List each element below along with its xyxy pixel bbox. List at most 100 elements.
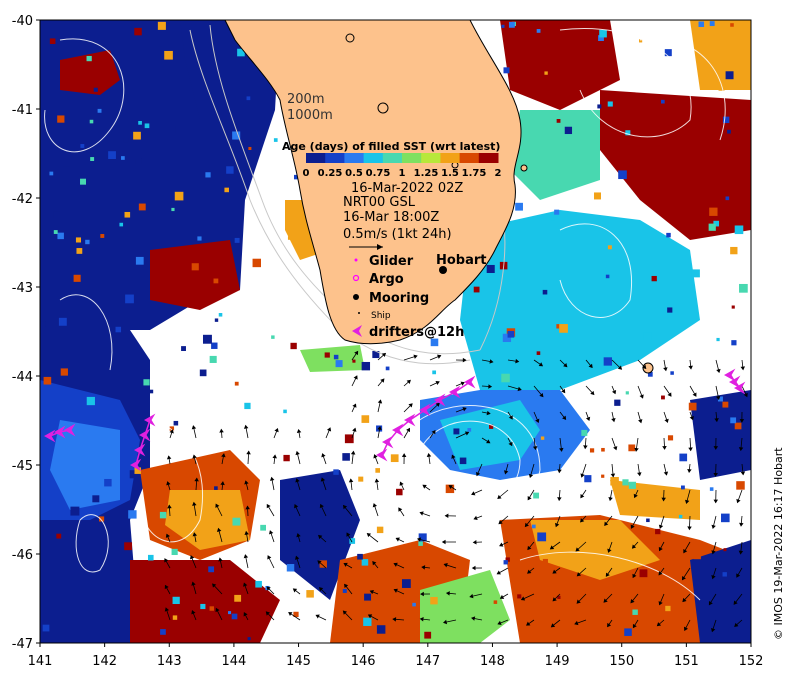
sst-pixel (172, 615, 178, 620)
sst-pixel (123, 137, 129, 143)
sst-pixel (655, 528, 661, 535)
sst-pixel (171, 207, 175, 212)
sst-pixel (507, 330, 515, 338)
sst-pixel (544, 71, 548, 75)
sst-pixel (90, 157, 95, 161)
sst-pixel (200, 603, 206, 610)
sst-pixel (211, 342, 218, 349)
sst-pixel (605, 274, 610, 279)
sst-pixel (324, 352, 330, 358)
sst-pixel (173, 420, 179, 426)
sst-pixel (231, 613, 238, 620)
sst-pixel (361, 415, 370, 423)
colorbar-tick-label: 0.5 (345, 168, 363, 179)
colorbar-tick-label: 0.75 (366, 168, 391, 179)
sst-pixel (536, 351, 541, 355)
sst-pixel (144, 123, 150, 129)
sst-pixel (234, 381, 239, 386)
sst-pixel (691, 269, 700, 278)
sst-pixel (731, 305, 735, 309)
sst-pixel (730, 23, 734, 27)
sst-pixel (601, 447, 605, 452)
ship-symbol (358, 312, 360, 314)
sst-pixel (138, 203, 146, 211)
sst-pixel (160, 629, 166, 635)
sst-pixel (555, 87, 563, 95)
sst-pixel (342, 588, 347, 593)
sst-pixel (125, 294, 134, 304)
legend-mooring: Mooring (369, 291, 429, 306)
sst-pixel (357, 553, 363, 560)
sst-pixel (618, 170, 627, 180)
sst-pixel (625, 391, 629, 395)
sst-age-map: 141 142 143 144 145 146 147 148 149 150 151 152 -40… (12, 14, 785, 669)
sst-pixel (56, 533, 62, 539)
colorbar-swatches (306, 153, 499, 163)
sst-pixel (286, 564, 295, 572)
sst-patch (690, 20, 751, 90)
sst-pixel (508, 21, 515, 28)
sst-pixel (108, 151, 116, 159)
sst-pixel (97, 108, 102, 113)
sst-pixel (160, 495, 169, 504)
sst-pixel (333, 354, 339, 360)
sst-pixel (716, 337, 720, 342)
lon-tick-label: 141 (28, 654, 53, 669)
sst-pixel (75, 237, 82, 243)
colorbar-swatch (306, 153, 326, 163)
isobath-1000-label: 1000m (287, 108, 333, 123)
colorbar-swatch (478, 153, 499, 163)
vector-scale: 0.5m/s (1kt 24h) (343, 227, 452, 242)
sst-pixel (283, 454, 290, 462)
sst-pixel (226, 166, 234, 174)
sst-pixel (666, 232, 671, 238)
lon-tick-label: 143 (157, 654, 182, 669)
sst-pixel (519, 466, 528, 475)
sst-pixel (363, 617, 372, 626)
sst-pixel (287, 236, 292, 240)
sst-pixel (134, 27, 142, 36)
sst-pixel (121, 156, 125, 160)
latitude-axis: -40 -41 -42 -43 -44 -45 -46 -47 (12, 14, 40, 652)
sst-pixel (739, 283, 748, 293)
sst-pixel (430, 596, 438, 605)
sst-pixel (252, 258, 261, 268)
lon-tick-label: 152 (739, 654, 764, 669)
glider-symbol (354, 258, 358, 262)
sst-pixel (599, 29, 607, 38)
sst-pixel (564, 126, 573, 135)
legend-drifters: drifters@12h (369, 325, 464, 340)
sst-pixel (149, 389, 154, 394)
colorbar-swatch (363, 153, 384, 163)
sst-pixel (228, 611, 232, 615)
sst-pixel (680, 485, 685, 490)
sst-pixel (214, 318, 219, 322)
colorbar-tick-label: 0 (303, 168, 310, 179)
sst-pixel (725, 196, 730, 201)
sst-pixel (157, 21, 166, 30)
sst-pixel (234, 594, 242, 602)
sst-pixel (171, 548, 178, 556)
sst-pixel (352, 359, 356, 363)
lat-tick-label: -40 (12, 14, 33, 29)
sst-pixel (89, 119, 94, 124)
sst-pixel (503, 67, 510, 74)
sst-pixel (486, 264, 495, 274)
sst-pixel (76, 248, 83, 254)
sst-pixel (49, 38, 56, 45)
sst-pixel (678, 514, 683, 519)
sst-pixel (138, 120, 142, 125)
sst-pixel (100, 234, 105, 238)
sst-pixel (283, 409, 287, 414)
sst-pixel (255, 580, 262, 588)
sst-pixel (147, 554, 154, 561)
sst-pixel (679, 453, 688, 462)
sst-pixel (244, 402, 251, 410)
sst-pixel (80, 144, 85, 148)
colorbar-swatch (402, 153, 422, 163)
sst-pixel (607, 101, 613, 107)
sst-pixel (693, 551, 701, 560)
sst-pixel (172, 596, 180, 605)
sst-pixel (376, 526, 384, 534)
sst-pixel (628, 444, 636, 452)
